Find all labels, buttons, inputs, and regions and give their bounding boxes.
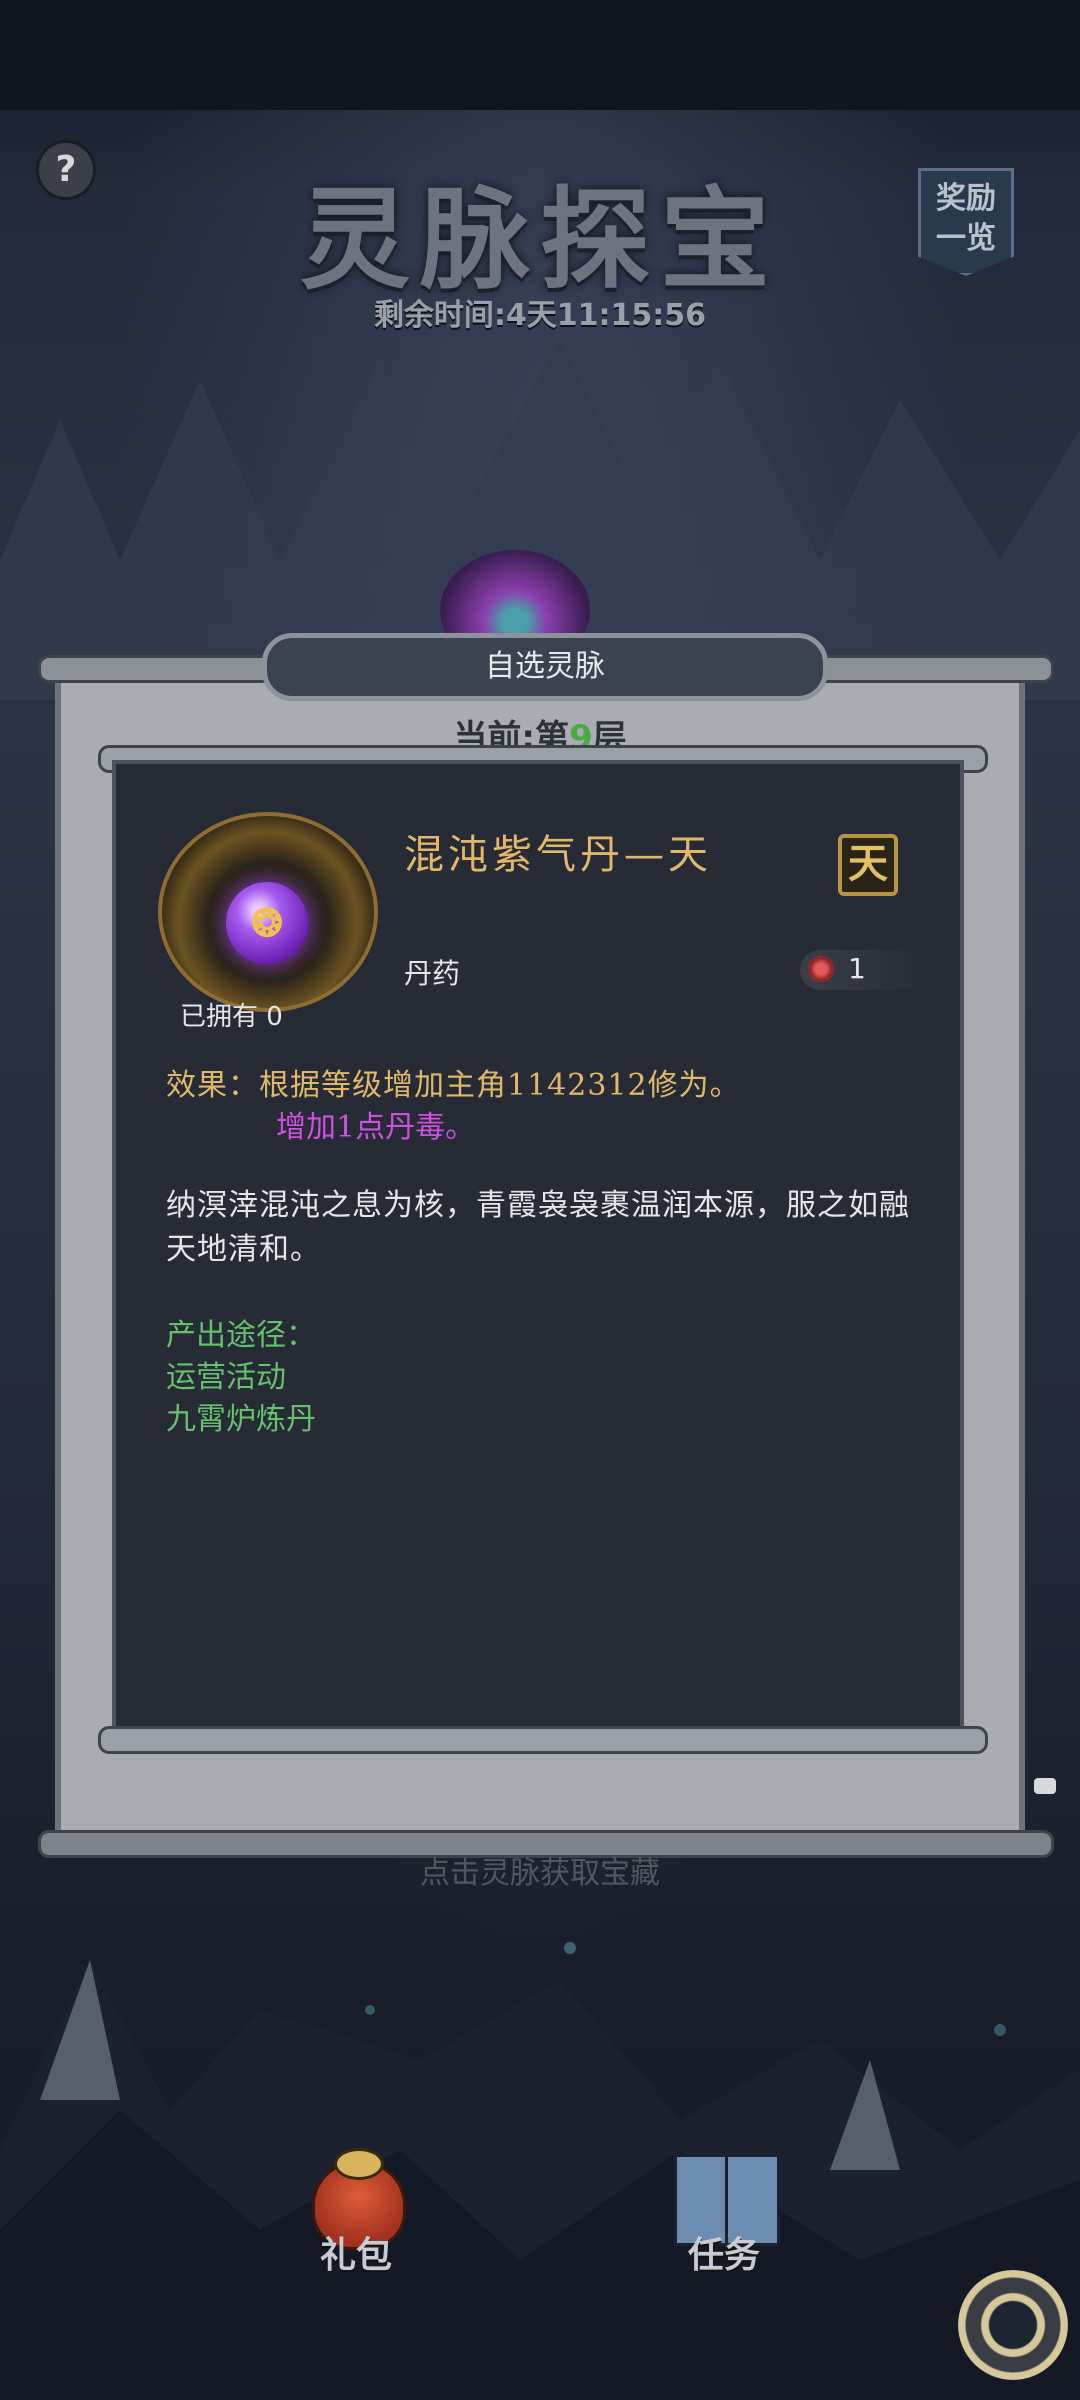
purple-pill-icon: ❂ [226,882,308,964]
swirl-button-icon[interactable] [958,2270,1068,2380]
task-button[interactable]: 任务 [664,2146,784,2276]
effect-extra-text: 增加1点丹毒。 [276,1110,476,1145]
scroll-indicator [1034,1778,1056,1794]
owned-count: 已拥有 0 [180,1002,283,1032]
effect-text: 效果：根据等级增加主角1142312修为。 [166,1068,741,1103]
gift-knot-icon [334,2148,384,2180]
toxin-icon [808,956,834,982]
tier-badge-icon: 天 [838,834,898,896]
item-description: 纳溟涬混沌之息为核，青霞袅袅裹温润本源，服之如融天地清和。 [166,1188,910,1267]
task-label: 任务 [687,2234,760,2276]
source-item: 九霄炉炼丹 [166,1402,316,1437]
source-item: 运营活动 [166,1360,286,1395]
reward-overview-button[interactable]: 奖励 一览 [918,168,1014,276]
item-type: 丹药 [404,957,461,990]
gift-label: 礼包 [319,2234,392,2276]
dialog-title-tab: 自选灵脉 [262,633,828,701]
obscured-hint-text: 点击灵脉获取宝藏 [420,1856,660,1891]
reward-label-line2: 一览 [936,221,996,256]
remaining-time: 剩余时间:4天11:15:56 [373,298,707,333]
toxin-value: 1 [848,952,866,985]
item-name: 混沌紫气丹—天 [404,832,712,878]
source-title: 产出途径： [166,1318,316,1353]
gift-pack-button[interactable]: 礼包 [296,2146,416,2276]
reward-label-line1: 奖励 [936,181,996,216]
card-bottom-rail [98,1726,988,1754]
